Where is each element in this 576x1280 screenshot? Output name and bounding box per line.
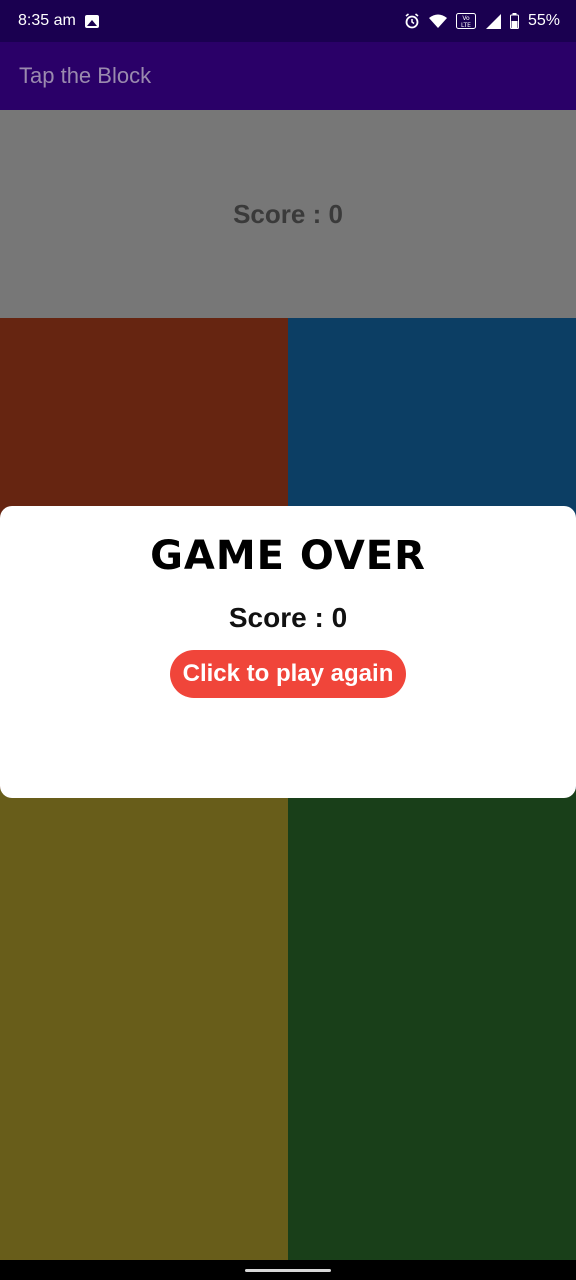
gallery-icon: [84, 14, 99, 28]
app-title: Tap the Block: [19, 63, 152, 88]
battery-percent: 55%: [527, 12, 560, 29]
battery-icon: [509, 13, 519, 29]
dialog-score: Score : 0: [228, 602, 348, 633]
home-gesture-handle[interactable]: [245, 1268, 331, 1272]
game-screen: 8:35 am Vo LTE 55% Tap the Block Score:…: [0, 0, 576, 1280]
play-again-button[interactable]: Click to play again: [169, 650, 407, 698]
volte-icon: Vo LTE: [455, 13, 476, 29]
wifi-icon: [428, 14, 447, 28]
score-header: Score : 0: [0, 110, 576, 318]
signal-icon: [485, 14, 501, 29]
svg-text:Vo: Vo: [462, 15, 470, 22]
block-bottom-right[interactable]: [288, 789, 576, 1260]
navigation-bar: [0, 1260, 576, 1280]
status-bar: 8:35 am Vo LTE 55%: [0, 0, 576, 42]
alarm-icon: [405, 13, 419, 29]
game-over-dialog: GAME OVER Score : 0 Click to play again: [0, 506, 576, 798]
status-time: 8:35 am: [18, 12, 76, 29]
svg-text:LTE: LTE: [461, 22, 471, 29]
block-bottom-left[interactable]: [0, 789, 288, 1260]
game-over-title: GAME OVER: [150, 533, 426, 579]
score-label: Score : 0: [233, 198, 343, 229]
app-bar: Tap the Block: [0, 42, 576, 110]
